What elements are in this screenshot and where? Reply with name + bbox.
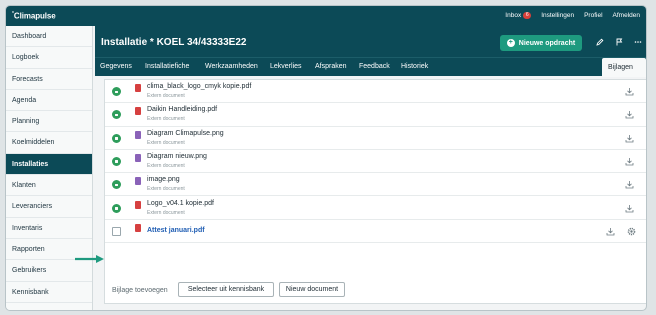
attachment-actions: Bijlage toevoegen Selecteer uit kennisba… [105, 277, 646, 304]
logout-link[interactable]: Afmelden [613, 12, 640, 19]
lock-icon [112, 133, 121, 143]
download-icon[interactable] [606, 227, 615, 236]
tab-lekverlies[interactable]: Lekverlies [270, 63, 302, 70]
download-icon[interactable] [625, 87, 634, 96]
attachment-source: Extern document [147, 116, 185, 123]
pdf-file-icon [135, 223, 141, 232]
add-attachment-label: Bijlage toevoegen [112, 287, 168, 294]
download-icon[interactable] [625, 134, 634, 143]
tab-gegevens[interactable]: Gegevens [100, 63, 132, 70]
lock-icon [112, 110, 121, 120]
attachment-row[interactable]: image.png Extern document [105, 173, 646, 197]
sidebar-item-inventaris[interactable]: Inventaris [6, 218, 92, 239]
sidebar-item-koelmiddelen[interactable]: Koelmiddelen [6, 132, 92, 154]
page-header: Installatie * KOEL 34/43333E22 + Nieuwe … [95, 26, 646, 57]
tab-afspraken[interactable]: Afspraken [315, 63, 347, 70]
attachment-source: Extern document [147, 139, 185, 146]
sidebar-item-agenda[interactable]: Agenda [6, 90, 92, 112]
attachment-row[interactable]: Logo_v04.1 kopie.pdf Extern document [105, 197, 646, 220]
flag-icon[interactable] [614, 37, 624, 47]
attachment-source: Extern document [147, 93, 185, 99]
new-order-label: Nieuwe opdracht [518, 39, 576, 47]
inbox-count-badge: 6 [523, 12, 532, 19]
top-bar: °Climapulse Inbox 6 Instellingen Profiel … [6, 6, 646, 26]
image-file-icon [135, 177, 141, 186]
attachment-name[interactable]: Attest januari.pdf [147, 227, 205, 234]
pdf-file-icon [135, 200, 141, 209]
lock-icon [112, 87, 121, 96]
attachment-row[interactable]: clima_black_logo_cmyk kopie.pdf Extern d… [105, 80, 646, 104]
pdf-file-icon [135, 107, 141, 116]
new-order-button[interactable]: + Nieuwe opdracht [500, 35, 582, 51]
image-file-icon [135, 153, 141, 162]
new-document-button[interactable]: Nieuw document [279, 282, 345, 297]
attachment-row[interactable]: Attest januari.pdf [105, 220, 646, 244]
sidebar-item-logboek[interactable]: Logboek [6, 47, 92, 69]
attachment-source: Extern document [147, 162, 185, 169]
gear-icon[interactable] [627, 227, 636, 236]
arrow-pointer-icon [75, 255, 104, 263]
lock-icon [112, 180, 121, 190]
app-window: °Climapulse Inbox 6 Instellingen Profiel … [5, 5, 647, 311]
lock-icon [112, 203, 121, 213]
top-nav: Inbox 6 Instellingen Profiel Afmelden [505, 12, 640, 19]
attachment-row[interactable]: Daikin Handleiding.pdf Extern document [105, 103, 646, 127]
attachment-row[interactable]: Diagram Climapulse.png Extern document [105, 127, 646, 150]
lock-icon [112, 156, 121, 166]
page-title: Installatie * KOEL 34/43333E22 [101, 37, 247, 48]
tab-installatiefiche[interactable]: Installatiefiche [145, 63, 189, 70]
sidebar: Dashboard Logboek Forecasts Agenda Plann… [6, 26, 93, 310]
tab-bar: Gegevens Installatiefiche Werkzaamheden … [95, 57, 646, 90]
sidebar-item-dashboard[interactable]: Dashboard [6, 26, 92, 48]
download-icon[interactable] [625, 110, 634, 119]
pencil-icon[interactable] [595, 37, 605, 47]
inbox-link[interactable]: Inbox 6 [505, 12, 532, 19]
sidebar-item-forecasts[interactable]: Forecasts [6, 69, 92, 90]
plus-icon: + [506, 39, 515, 47]
tab-bijlagen[interactable]: Bijlagen (7) [602, 58, 646, 90]
sidebar-item-kennisbank[interactable]: Kennisbank [6, 282, 92, 303]
tab-feedback[interactable]: Feedback [359, 63, 390, 70]
image-file-icon [135, 130, 141, 139]
attachment-name[interactable]: Diagram nieuw.png [147, 153, 207, 160]
attachment-source: Extern document [147, 209, 185, 216]
unlocked-status-icon [112, 226, 121, 236]
download-icon[interactable] [625, 180, 634, 189]
sidebar-item-installaties[interactable]: Installaties [6, 153, 92, 176]
attachment-name[interactable]: image.png [147, 176, 180, 183]
attachment-name[interactable]: Diagram Climapulse.png [147, 130, 224, 137]
attachment-name[interactable]: Daikin Handleiding.pdf [147, 106, 217, 113]
tab-werkzaamheden[interactable]: Werkzaamheden [205, 63, 258, 70]
attachment-row[interactable]: Diagram nieuw.png Extern document [105, 150, 646, 174]
attachment-name[interactable]: clima_black_logo_cmyk kopie.pdf [147, 83, 251, 90]
pdf-file-icon [135, 84, 141, 92]
sidebar-item-leveranciers[interactable]: Leveranciers [6, 196, 92, 218]
settings-link[interactable]: Instellingen [541, 12, 574, 19]
sidebar-item-klanten[interactable]: Klanten [6, 175, 92, 197]
brand-logo[interactable]: °Climapulse [12, 11, 56, 21]
attachments-panel: clima_black_logo_cmyk kopie.pdf Extern d… [104, 79, 646, 304]
sidebar-item-planning[interactable]: Planning [6, 111, 92, 133]
attachment-name[interactable]: Logo_v04.1 kopie.pdf [147, 200, 214, 207]
select-from-knowledge-base-button[interactable]: Selecteer uit kennisbank [178, 282, 274, 297]
more-icon[interactable] [633, 37, 643, 47]
tab-historiek[interactable]: Historiek [401, 63, 428, 70]
download-icon[interactable] [625, 157, 634, 166]
attachment-source: Extern document [147, 186, 185, 193]
download-icon[interactable] [625, 204, 634, 213]
profile-link[interactable]: Profiel [584, 12, 602, 19]
